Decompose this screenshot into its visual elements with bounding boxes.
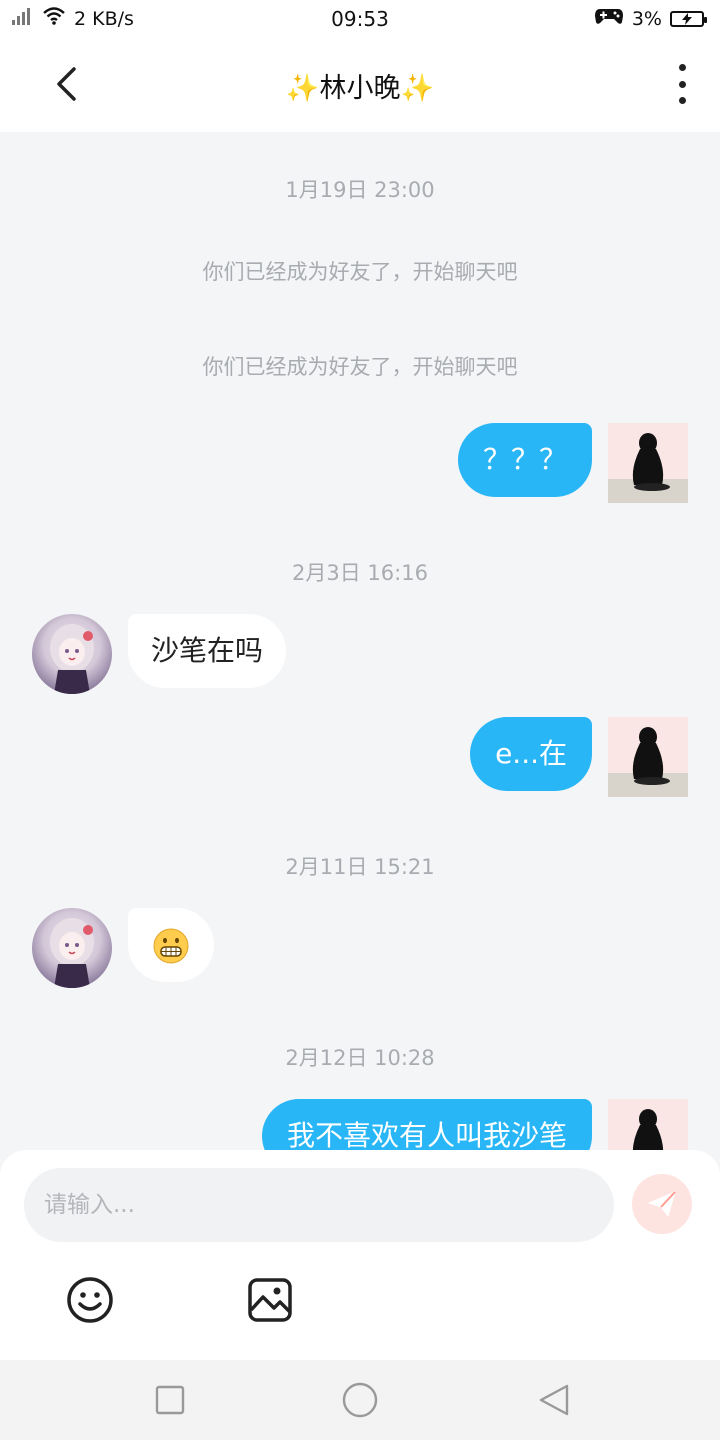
message-bubble-outgoing[interactable]: e...在	[470, 717, 592, 791]
system-message: 你们已经成为好友了，开始聊天吧	[202, 355, 518, 379]
recent-apps-button[interactable]	[150, 1380, 190, 1420]
input-panel: 请输入...	[0, 1150, 720, 1360]
timestamp: 2月12日 10:28	[285, 1046, 435, 1070]
battery-charging-icon	[670, 10, 707, 27]
system-message: 你们已经成为好友了，开始聊天吧	[202, 260, 518, 284]
gamepad-icon	[594, 6, 624, 31]
message-input[interactable]: 请输入...	[24, 1168, 614, 1242]
send-button[interactable]	[632, 1174, 692, 1234]
avatar-figure	[632, 433, 670, 491]
avatar-figure	[632, 1109, 664, 1150]
peer-avatar[interactable]	[32, 908, 112, 988]
home-icon	[342, 1382, 378, 1418]
timestamp: 2月11日 15:21	[285, 855, 435, 879]
timestamp: 2月3日 16:16	[292, 561, 428, 585]
image-button[interactable]	[246, 1276, 294, 1324]
emoji-button[interactable]	[66, 1276, 114, 1324]
recent-apps-icon	[155, 1385, 185, 1415]
status-right: 3%	[594, 6, 707, 31]
avatar-figure	[632, 727, 670, 785]
send-icon	[648, 1191, 676, 1217]
image-icon	[248, 1278, 292, 1322]
peer-avatar[interactable]	[32, 614, 112, 694]
system-nav-bar	[0, 1360, 720, 1440]
avatar-illustration	[50, 624, 94, 694]
battery-percent: 3%	[631, 7, 662, 30]
message-list[interactable]: 1月19日 23:00 你们已经成为好友了，开始聊天吧 你们已经成为好友了，开始…	[0, 132, 720, 1150]
avatar-illustration	[50, 918, 94, 988]
chat-header: ✨林小晚✨	[0, 38, 720, 132]
message-bubble-outgoing[interactable]: 我不喜欢有人叫我沙笔	[261, 1099, 592, 1150]
self-avatar[interactable]	[608, 717, 688, 797]
status-bar: 2 KB/s 09:53 3%	[0, 0, 720, 38]
self-avatar[interactable]	[608, 423, 688, 503]
message-bubble-incoming[interactable]: 沙笔在吗	[128, 614, 287, 688]
more-vertical-icon	[678, 64, 686, 71]
emoji-icon	[67, 1277, 113, 1323]
more-options-button[interactable]	[670, 64, 694, 104]
self-avatar[interactable]	[608, 1099, 688, 1150]
chat-title: ✨林小晚✨	[285, 73, 435, 104]
home-button[interactable]	[340, 1380, 380, 1420]
message-bubble-outgoing[interactable]: ？？？	[457, 423, 592, 497]
grinning-emoji-icon	[153, 928, 189, 964]
more-dot	[678, 80, 686, 88]
back-icon	[539, 1384, 569, 1416]
message-bubble-incoming[interactable]: 😁	[128, 908, 214, 982]
back-nav-button[interactable]	[534, 1380, 574, 1420]
timestamp: 1月19日 23:00	[285, 178, 435, 202]
more-dot	[678, 97, 686, 104]
